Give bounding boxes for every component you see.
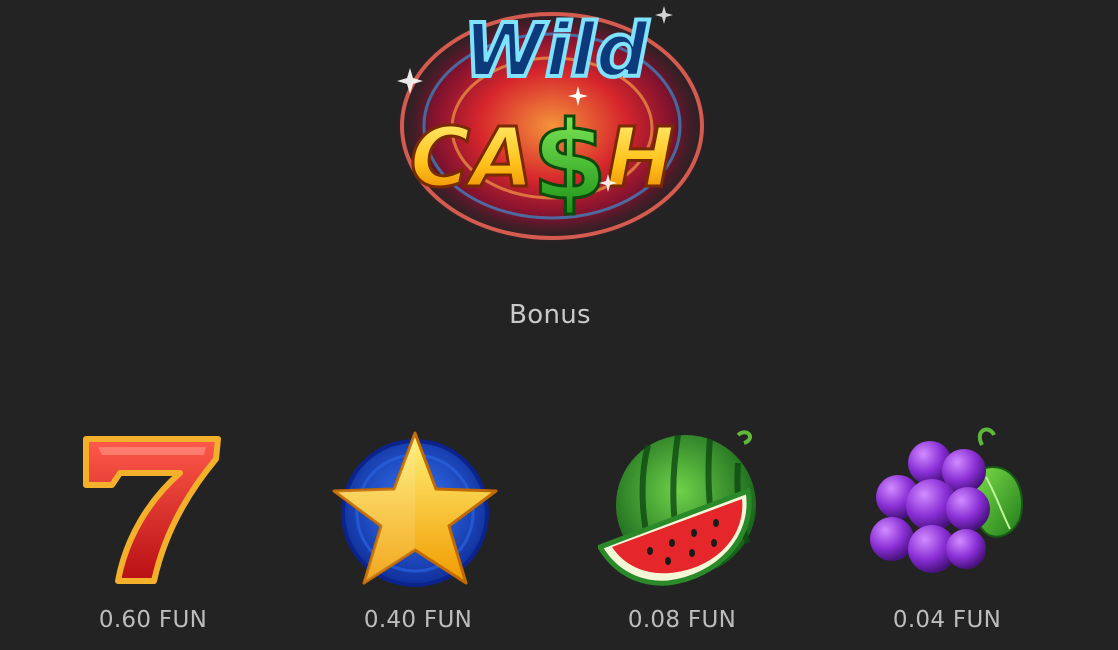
payout-watermelon: 0.08 FUN <box>627 607 737 633</box>
bonus-label: Bonus <box>509 300 591 330</box>
payout-grapes: 0.04 FUN <box>892 607 1002 633</box>
grapes-icon <box>870 427 1023 573</box>
star-icon <box>332 431 498 587</box>
logo-cash-right: H <box>606 111 675 206</box>
logo-dollar-sign: $ <box>532 99 607 224</box>
watermelon-icon <box>598 430 756 586</box>
wild-cash-logo: Wild CA $ H <box>390 4 714 248</box>
logo-wild-text: Wild <box>463 8 649 94</box>
seven-icon <box>83 436 221 584</box>
logo-cash-left: CA <box>410 111 534 206</box>
paytable-page: Wild CA $ H Bonus 0.60 FUN 0.40 FUN 0.08… <box>0 0 1118 650</box>
payout-seven: 0.60 FUN <box>98 607 208 633</box>
payout-star: 0.40 FUN <box>363 607 473 633</box>
